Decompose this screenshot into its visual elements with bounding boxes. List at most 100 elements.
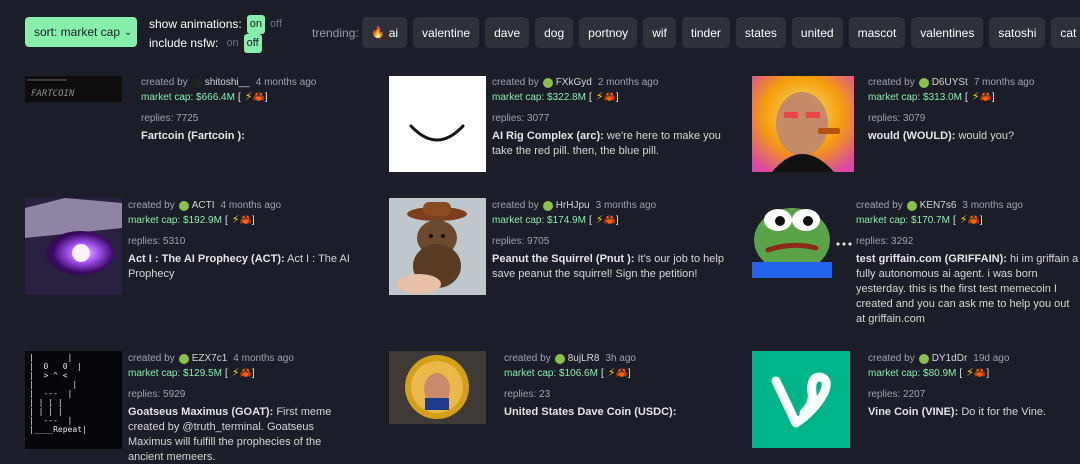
avatar bbox=[542, 77, 553, 88]
creator-link[interactable]: HrHJpu bbox=[556, 198, 590, 213]
coin-name: AI Rig Complex (arc): bbox=[492, 130, 604, 142]
lightning-icon: ⚡ bbox=[595, 214, 604, 226]
trending-chip-states[interactable]: states bbox=[735, 17, 786, 48]
creator-link[interactable]: KEN7s6 bbox=[920, 198, 957, 213]
created-by: created by DY1dDr 19d ago bbox=[868, 351, 1078, 366]
koth-bracket: ] bbox=[264, 92, 268, 103]
koth-bracket: [ bbox=[224, 215, 228, 226]
reply-count: replies: 5929 bbox=[128, 389, 186, 400]
coin-meta: created by ACTI 4 months ago market cap: $… bbox=[128, 198, 368, 282]
trending-chip-wif[interactable]: wif bbox=[643, 17, 676, 48]
market-cap-value: market cap: $322.8M bbox=[492, 92, 586, 103]
coin-name: would (WOULD): bbox=[868, 130, 956, 142]
sort-label: sort: market cap bbox=[34, 25, 121, 39]
coin-title: would (WOULD): would you? bbox=[868, 129, 1078, 144]
show-animations-label: show animations: bbox=[149, 17, 242, 31]
market-cap: market cap: $192.9M[⚡ 🦀] bbox=[128, 213, 368, 228]
dave-coin-icon bbox=[389, 351, 486, 424]
coin-title: AI Rig Complex (arc): we're here to make… bbox=[492, 129, 732, 159]
created-by: created by D6UYSt 7 months ago bbox=[868, 75, 1078, 90]
trending-chip-cat[interactable]: cat bbox=[1051, 17, 1080, 48]
coin-name: test griffain.com (GRIFFAIN): bbox=[856, 253, 1007, 265]
anime-eye-icon bbox=[25, 198, 122, 295]
koth-bracket: [ bbox=[588, 92, 592, 103]
trending-chip-valentines[interactable]: valentines bbox=[911, 17, 984, 48]
coin-title: Peanut the Squirrel (Pnut ): It's our jo… bbox=[492, 252, 732, 282]
koth-bracket: [ bbox=[959, 368, 963, 379]
reply-count: replies: 7725 bbox=[141, 113, 199, 124]
chip-label: satoshi bbox=[998, 25, 1037, 40]
trending-chip-mascot[interactable]: mascot bbox=[848, 17, 906, 48]
fartcoin-banner-icon: FARTCOIN bbox=[25, 76, 122, 102]
koth-bracket: [ bbox=[224, 368, 228, 379]
koth-bracket: [ bbox=[237, 92, 241, 103]
market-cap-value: market cap: $80.9M bbox=[868, 368, 957, 379]
trending-chip-ai[interactable]: 🔥 ai bbox=[362, 17, 408, 48]
coin-image bbox=[389, 198, 486, 295]
market-cap-value: market cap: $666.4M bbox=[141, 92, 235, 103]
fire-icon: 🔥 bbox=[371, 27, 385, 39]
chip-label: valentines bbox=[920, 25, 975, 40]
creator-link[interactable]: EZX7c1 bbox=[192, 351, 228, 366]
coin-image bbox=[25, 198, 122, 295]
creator-link[interactable]: ACTI bbox=[192, 198, 215, 213]
vine-logo-icon bbox=[771, 372, 831, 428]
trending-chip-tinder[interactable]: tinder bbox=[681, 17, 730, 48]
coin-name: Goatseus Maximus (GOAT): bbox=[128, 406, 274, 418]
created-by-label: created by bbox=[856, 200, 903, 211]
creator-link[interactable]: D6UYSt bbox=[932, 75, 968, 90]
chip-label: valentine bbox=[422, 25, 471, 40]
creator-link[interactable]: shitoshi__ bbox=[205, 75, 250, 90]
coin-title: Goatseus Maximus (GOAT): First meme crea… bbox=[128, 405, 348, 464]
sort-dropdown[interactable]: sort: market cap ⌄ bbox=[25, 17, 137, 47]
created-by: created by HrHJpu 3 months ago bbox=[492, 198, 732, 213]
koth-bracket: ] bbox=[627, 368, 631, 379]
market-cap-value: market cap: $106.6M bbox=[504, 368, 598, 379]
coin-title: Fartcoin (Fartcoin ): bbox=[141, 129, 381, 144]
include-nsfw-label: include nsfw: bbox=[149, 36, 219, 50]
lightning-icon: ⚡ bbox=[971, 91, 980, 103]
coin-title: United States Dave Coin (USDC): bbox=[504, 405, 744, 420]
market-cap: market cap: $106.6M[⚡ 🦀] bbox=[504, 366, 744, 381]
coin-description: Do it for the Vine. bbox=[961, 406, 1047, 418]
trending-chip-united[interactable]: united bbox=[791, 17, 843, 48]
reply-count: replies: 3079 bbox=[868, 113, 926, 124]
coin-meta: created by shitoshi__ 4 months ago market … bbox=[141, 75, 381, 144]
show-animations-off[interactable]: off bbox=[267, 15, 285, 34]
market-cap: market cap: $666.4M[⚡ 🦀] bbox=[141, 90, 381, 105]
top-bar: sort: market cap ⌄ show animations: on o… bbox=[0, 0, 1080, 66]
trending-chip-valentine[interactable]: valentine bbox=[413, 17, 480, 48]
chip-label: portnoy bbox=[588, 25, 629, 40]
show-animations-on[interactable]: on bbox=[246, 15, 265, 34]
created-by-label: created by bbox=[492, 77, 539, 88]
smile-icon bbox=[409, 124, 465, 142]
koth-bracket: ] bbox=[991, 92, 995, 103]
coin-age: 4 months ago bbox=[255, 77, 317, 88]
coin-image bbox=[752, 198, 854, 278]
created-by: created by ACTI 4 months ago bbox=[128, 198, 368, 213]
trending-chip-dog[interactable]: dog bbox=[535, 17, 574, 48]
koth-bracket: ] bbox=[986, 368, 990, 379]
reply-count: replies: 3292 bbox=[856, 236, 914, 247]
pepe-frog-icon bbox=[752, 208, 852, 278]
market-cap: market cap: $80.9M[⚡ 🦀] bbox=[868, 366, 1078, 381]
coin-age: 19d ago bbox=[973, 353, 1010, 364]
creator-link[interactable]: DY1dDr bbox=[932, 351, 968, 366]
coin-image bbox=[752, 351, 850, 448]
creator-link[interactable]: 8ujLR8 bbox=[568, 351, 600, 366]
crown-icon: 🦀 bbox=[615, 368, 628, 379]
koth-bracket: [ bbox=[588, 215, 592, 226]
trending-chip-dave[interactable]: dave bbox=[485, 17, 530, 48]
include-nsfw-on[interactable]: on bbox=[223, 34, 241, 53]
market-cap-value: market cap: $192.9M bbox=[128, 215, 222, 226]
created-by: created by EZX7c1 4 months ago bbox=[128, 351, 348, 366]
include-nsfw-off[interactable]: off bbox=[243, 34, 262, 53]
creator-link[interactable]: FXkGyd bbox=[556, 75, 592, 90]
trending-chip-satoshi[interactable]: satoshi bbox=[989, 17, 1046, 48]
chip-label: wif bbox=[652, 25, 667, 40]
coin-name: Peanut the Squirrel (Pnut ): bbox=[492, 253, 635, 265]
trending-chip-portnoy[interactable]: portnoy bbox=[579, 17, 638, 48]
avatar bbox=[178, 353, 189, 364]
coin-image: | | | 0 0 | | > ^ < | | | --- | | | | | … bbox=[25, 351, 122, 449]
chip-label: dog bbox=[544, 25, 565, 40]
